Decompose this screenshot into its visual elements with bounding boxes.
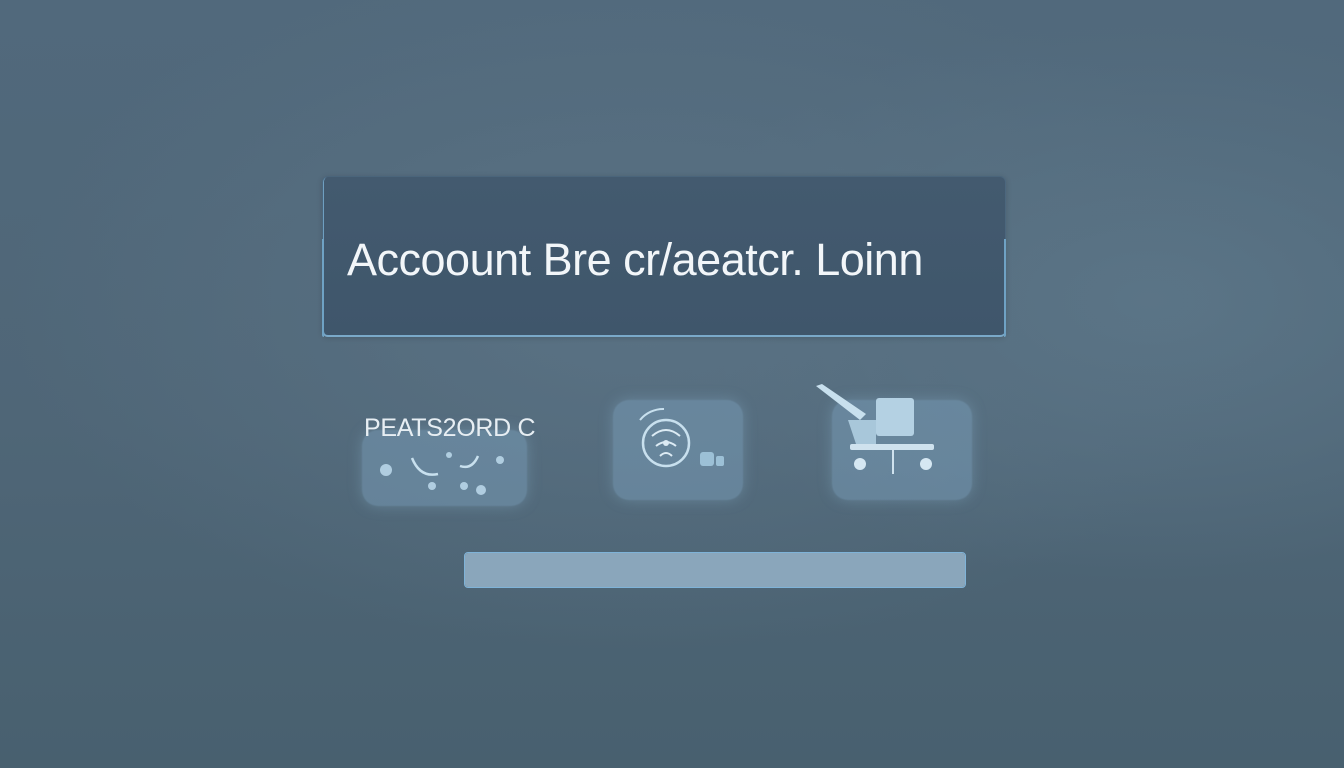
fingerprint-icon (639, 407, 724, 468)
progress-fill (465, 553, 965, 587)
security-key-option[interactable] (832, 400, 972, 500)
password-dots-icon (380, 452, 504, 495)
page-title: Accoount Bre cr/aeatcr. Loinn (347, 234, 923, 285)
progress-bar (464, 552, 966, 588)
header-panel: Accoount Bre cr/aeatcr. Loinn (322, 176, 1006, 337)
security-key-icon (816, 384, 934, 474)
password-label: PEATS2ORD C (364, 414, 536, 442)
fingerprint-option[interactable] (613, 400, 743, 500)
